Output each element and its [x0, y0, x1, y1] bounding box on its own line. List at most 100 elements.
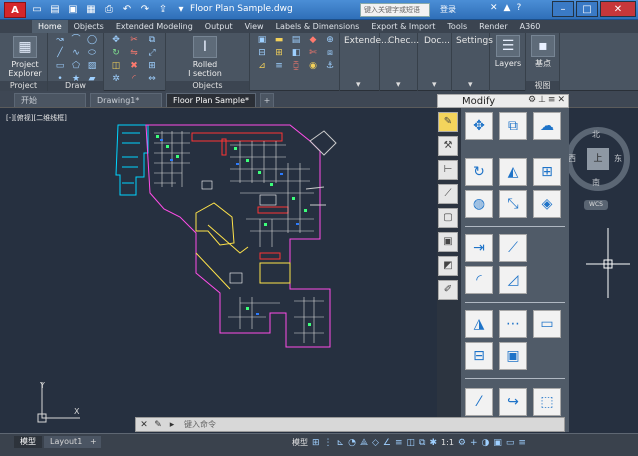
search-input[interactable]: 键入关键字或短语: [360, 3, 430, 17]
box-3d-icon[interactable]: ◈: [533, 190, 561, 218]
ellipse-icon[interactable]: ⬭: [86, 48, 98, 59]
stretch-tool-icon[interactable]: ⤡: [499, 190, 527, 218]
add-layout-icon[interactable]: +: [86, 436, 101, 448]
weld-icon[interactable]: ◆: [307, 35, 319, 46]
chevron-down-icon[interactable]: ▾: [468, 80, 473, 90]
dimension-tab-icon[interactable]: ⊢: [438, 160, 458, 180]
polar-icon[interactable]: ◔: [348, 438, 356, 448]
base-point-button[interactable]: ▪ 基点: [528, 35, 558, 68]
viewport-label[interactable]: [-][俯视][二维线框]: [6, 113, 67, 123]
lineweight-icon[interactable]: ≡: [395, 438, 403, 448]
tools-tab-hammer-icon[interactable]: ⚒: [438, 136, 458, 156]
plate-icon[interactable]: ▤: [290, 35, 302, 46]
explode-tool-icon[interactable]: ▭: [533, 310, 561, 338]
workspace-gear-icon[interactable]: ⚙: [458, 438, 466, 448]
break-tool-icon[interactable]: ◮: [465, 310, 493, 338]
objects-panel-label[interactable]: Objects: [166, 81, 249, 91]
copy-icon[interactable]: ⧉: [146, 35, 158, 46]
settings-gear-icon[interactable]: ⚙: [528, 95, 536, 105]
tab-floor-plan[interactable]: Floor Plan Sample*: [166, 93, 256, 107]
north-label[interactable]: 北: [592, 129, 600, 140]
otrack-icon[interactable]: ∠: [383, 438, 391, 448]
osnap-icon[interactable]: ◇: [372, 438, 379, 448]
trim-tool-icon[interactable]: ⇥: [465, 234, 493, 262]
fillet-tool-icon[interactable]: ◜: [465, 266, 493, 294]
frame-icon[interactable]: ⧈: [324, 48, 336, 59]
offset-icon[interactable]: ◫: [110, 61, 122, 72]
chevron-down-icon[interactable]: ▾: [396, 80, 401, 90]
tab-view[interactable]: View: [239, 20, 270, 33]
wrench-icon[interactable]: ✎: [152, 419, 164, 431]
join-tool-icon[interactable]: ⋯: [499, 310, 527, 338]
line-tab-icon[interactable]: ⟋: [438, 184, 458, 204]
box-icon[interactable]: ▣: [256, 35, 268, 46]
login-link[interactable]: 登录: [440, 4, 456, 15]
project-panel-label[interactable]: Project: [0, 81, 47, 91]
plus-icon[interactable]: +: [470, 438, 478, 448]
open-folder-icon[interactable]: ▤: [48, 3, 62, 16]
annotation-scale[interactable]: 1:1: [441, 438, 454, 447]
tab-output[interactable]: Output: [199, 20, 239, 33]
exchange-icon[interactable]: ✕: [490, 3, 498, 13]
south-label[interactable]: 南: [592, 177, 600, 188]
undo-icon[interactable]: ↶: [120, 3, 134, 16]
west-label[interactable]: 西: [568, 153, 576, 164]
viewcube-top-face[interactable]: 上: [587, 148, 609, 170]
settings-label[interactable]: Settings: [456, 36, 493, 46]
rotate-tool-icon[interactable]: ↻: [465, 158, 493, 186]
scale-tool-icon[interactable]: ◍: [465, 190, 493, 218]
check-label[interactable]: Chec...: [388, 36, 419, 46]
pin-icon[interactable]: ⊥: [538, 95, 546, 105]
ortho-icon[interactable]: ⊾: [337, 438, 345, 448]
isolate-icon[interactable]: ◑: [482, 438, 490, 448]
annotation-icon[interactable]: ✱: [429, 438, 437, 448]
autodesk-icon[interactable]: ▲: [504, 3, 511, 13]
new-tab-icon[interactable]: +: [260, 93, 274, 107]
rolled-section-button[interactable]: I Rolled I section: [188, 36, 222, 78]
frame-tab-icon[interactable]: ▢: [438, 208, 458, 228]
viewcube[interactable]: 上 北 南 东 西: [566, 127, 630, 191]
tab-a360[interactable]: A360: [514, 20, 547, 33]
tab-start[interactable]: 开始: [14, 93, 86, 107]
align-tool-icon[interactable]: ↪: [499, 388, 527, 416]
rail-icon[interactable]: ≡: [273, 61, 285, 72]
tab-drawing1[interactable]: Drawing1*: [90, 93, 162, 107]
polyline-icon[interactable]: ↝: [54, 35, 66, 46]
wcs-menu[interactable]: WCS: [584, 200, 608, 210]
polygon-icon[interactable]: ⬠: [70, 61, 82, 72]
stair-icon[interactable]: ⊿: [256, 61, 268, 72]
chamfer-tool-icon[interactable]: ◿: [499, 266, 527, 294]
selection-cycling-icon[interactable]: ⧉: [419, 438, 425, 448]
transparency-icon[interactable]: ◫: [407, 438, 416, 448]
command-prompt-icon[interactable]: ▸: [166, 419, 178, 431]
extend-tool-icon[interactable]: ⟋: [499, 234, 527, 262]
east-label[interactable]: 东: [614, 153, 622, 164]
rectangular-array-icon[interactable]: ⊞: [533, 158, 561, 186]
tab-export-import[interactable]: Export & Import: [365, 20, 441, 33]
menu-icon[interactable]: ≡: [548, 95, 556, 105]
hardware-icon[interactable]: ▣: [493, 438, 502, 448]
solid-edit-icon[interactable]: ⬚: [533, 388, 561, 416]
tab-objects[interactable]: Objects: [68, 20, 110, 33]
move-icon[interactable]: ✥: [110, 35, 122, 46]
new-file-icon[interactable]: ▭: [30, 3, 44, 16]
chevron-down-icon[interactable]: ▾: [356, 80, 361, 90]
close-icon[interactable]: ✕: [138, 419, 150, 431]
hole-icon[interactable]: ◉: [307, 61, 319, 72]
print-icon[interactable]: ⎙: [102, 3, 116, 16]
floor-plan-drawing[interactable]: [110, 113, 350, 353]
palette-header[interactable]: Modify ⚙ ⊥ ≡ ✕: [437, 94, 569, 108]
dropdown-icon[interactable]: ▾: [174, 3, 188, 16]
grid-icon[interactable]: ⊞: [312, 438, 320, 448]
stretch-icon[interactable]: ⇔: [146, 74, 158, 85]
tab-tools[interactable]: Tools: [441, 20, 473, 33]
erase-icon[interactable]: ✖: [128, 61, 140, 72]
rotate-icon[interactable]: ↻: [110, 48, 122, 59]
offset-tool-icon[interactable]: ⊟: [465, 342, 493, 370]
scale-icon[interactable]: ⤢: [146, 48, 158, 59]
pedit-tool-icon[interactable]: ▣: [499, 342, 527, 370]
command-input[interactable]: 键入命令: [184, 419, 216, 430]
customize-menu-icon[interactable]: ≡: [518, 438, 526, 448]
isodraft-icon[interactable]: ⟁: [360, 438, 368, 448]
rectangle-icon[interactable]: ▭: [54, 61, 66, 72]
